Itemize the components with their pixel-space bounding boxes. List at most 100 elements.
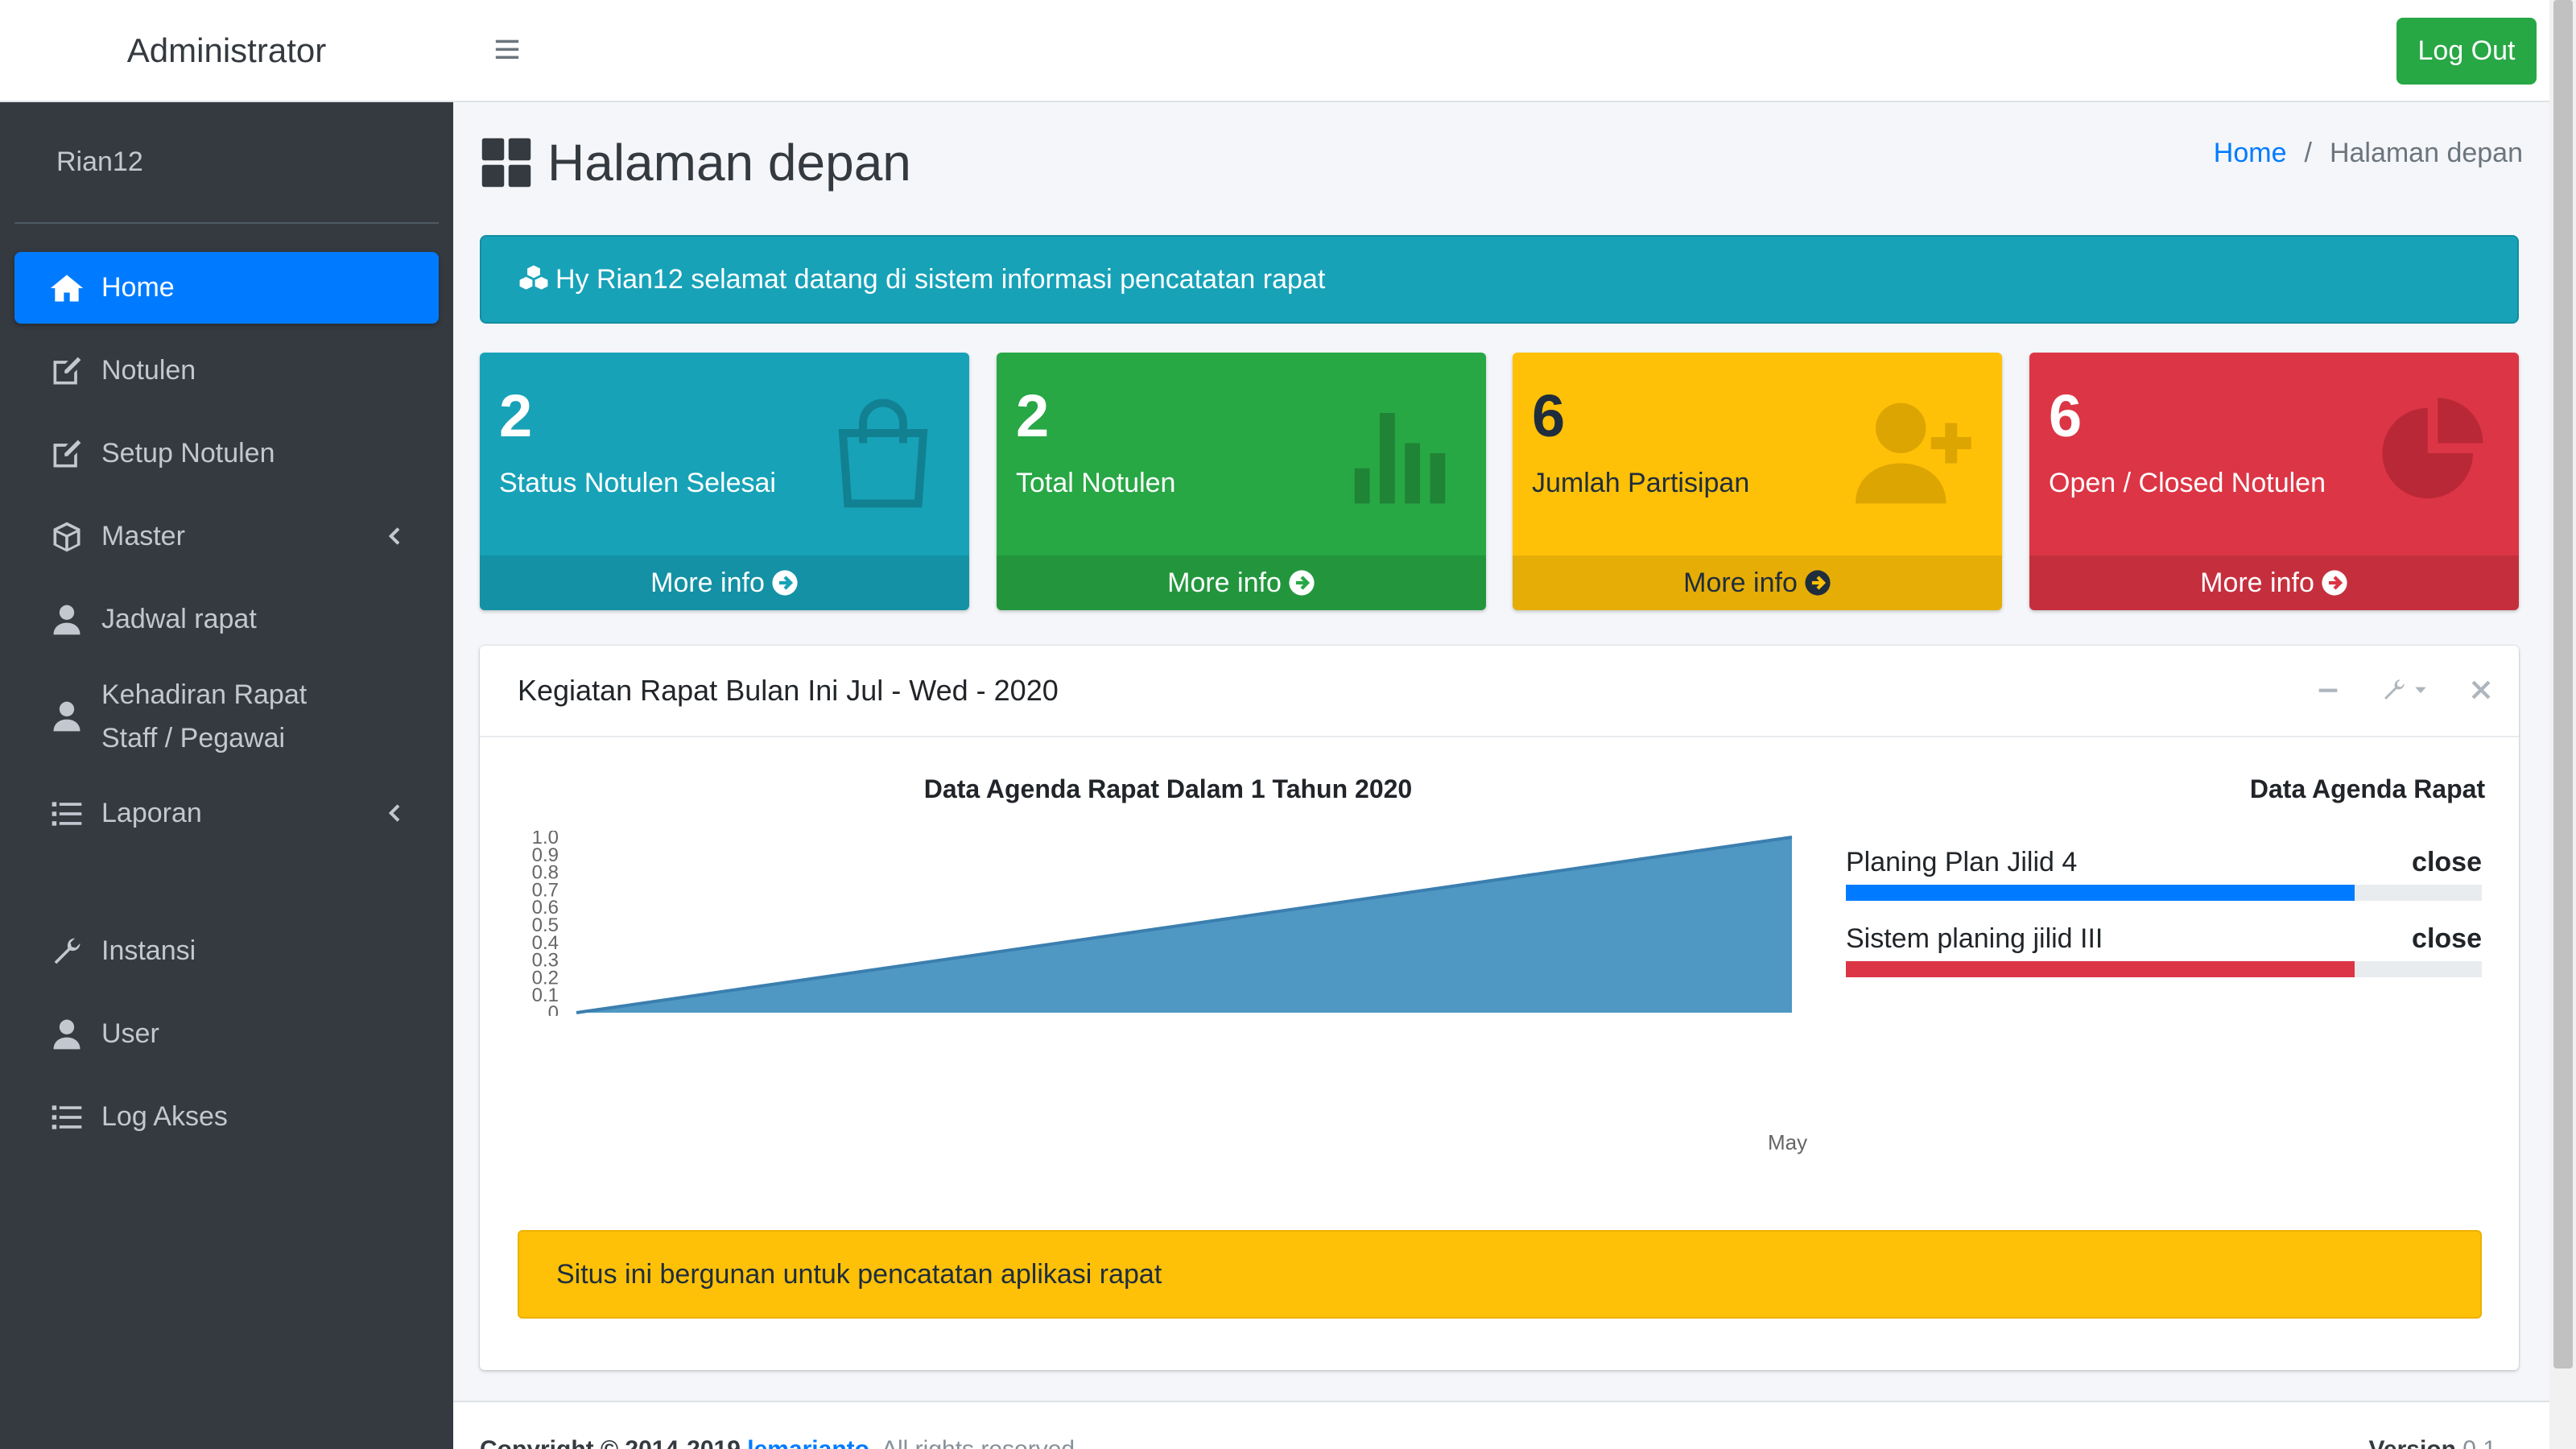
caret-down-icon [2415, 687, 2426, 694]
wrench-icon [2384, 679, 2405, 700]
sidebar: Administrator Rian12 Home Notulen Setup … [0, 0, 453, 1449]
sidebar-nav: Home Notulen Setup Notulen Master Jadwal… [0, 252, 453, 1153]
more-info-link[interactable]: More info [1513, 555, 2002, 610]
card-header: Kegiatan Rapat Bulan Ini Jul - Wed - 202… [480, 646, 2519, 737]
cubes-icon [519, 265, 548, 290]
progress-status: close [2412, 847, 2482, 877]
stat-label: Jumlah Partisipan [1532, 468, 1750, 498]
user-name[interactable]: Rian12 [56, 147, 143, 178]
minus-icon[interactable] [2314, 676, 2342, 704]
welcome-alert: Hy Rian12 selamat datang di sistem infor… [480, 235, 2519, 324]
more-info-link[interactable]: More info [480, 555, 969, 610]
stat-box-jumlah-partisipan: 6 Jumlah Partisipan More info [1513, 353, 2002, 610]
progress-label: Planing Plan Jilid 4 [1846, 847, 2078, 877]
stat-label: Status Notulen Selesai [499, 468, 776, 498]
scrollbar[interactable] [2549, 0, 2576, 1449]
list-icon [48, 795, 85, 832]
dashboard-grid-icon [481, 138, 531, 188]
sidebar-item-label: Home [101, 272, 175, 303]
pie-chart-icon [2382, 398, 2483, 499]
footer-copyright: Copyright © 2014-2019 lemarianto. All ri… [480, 1436, 1081, 1449]
user-icon [48, 698, 85, 735]
sidebar-item-log-akses[interactable]: Log Akses [14, 1081, 439, 1153]
notice-text: Situs ini bergunan untuk pencatatan apli… [556, 1258, 1162, 1290]
progress-bar [1846, 961, 2482, 977]
sidebar-item-label: Kehadiran Rapat Staff / Pegawai [101, 673, 307, 760]
page-footer: Copyright © 2014-2019 lemarianto. All ri… [453, 1401, 2549, 1449]
progress-bar [1846, 885, 2482, 901]
stat-value: 2 [499, 382, 533, 449]
progress-fill [1846, 961, 2355, 977]
activity-card: Kegiatan Rapat Bulan Ini Jul - Wed - 202… [480, 646, 2519, 1370]
stat-label: Open / Closed Notulen [2049, 468, 2326, 498]
more-info-link[interactable]: More info [2029, 555, 2519, 610]
progress-status: close [2412, 923, 2482, 954]
welcome-text: Hy Rian12 selamat datang di sistem infor… [555, 263, 1326, 295]
shopping-bag-icon [838, 398, 928, 508]
page-title-text: Halaman depan [547, 134, 911, 192]
sidebar-item-master[interactable]: Master [14, 501, 439, 572]
more-info-label: More info [2200, 567, 2314, 598]
more-info-label: More info [1683, 567, 1798, 598]
chevron-left-icon [388, 527, 400, 545]
sidebar-item-label: User [101, 1018, 159, 1049]
sidebar-item-setup-notulen[interactable]: Setup Notulen [14, 418, 439, 489]
brand-title[interactable]: Administrator [0, 0, 453, 102]
sidebar-item-label: Instansi [101, 935, 196, 966]
close-icon[interactable] [2467, 676, 2495, 704]
x-tick-label: May [1768, 1130, 1808, 1154]
stat-box-status-notulen: 2 Status Notulen Selesai More info [480, 353, 969, 610]
more-info-label: More info [1167, 567, 1282, 598]
sidebar-item-home[interactable]: Home [14, 252, 439, 324]
edit-icon [48, 353, 85, 390]
list-icon [48, 1099, 85, 1136]
progress-row: Planing Plan Jilid 4 close [1846, 847, 2482, 878]
breadcrumb-current: Halaman depan [2329, 138, 2523, 168]
stat-label: Total Notulen [1016, 468, 1176, 498]
agenda-title: Data Agenda Rapat [2249, 774, 2486, 803]
more-info-link[interactable]: More info [997, 555, 1486, 610]
notice-alert: Situs ini bergunan untuk pencatatan apli… [518, 1230, 2482, 1319]
cube-icon [48, 518, 85, 555]
sidebar-item-user[interactable]: User [14, 998, 439, 1070]
sidebar-item-jadwal-rapat[interactable]: Jadwal rapat [14, 584, 439, 655]
user-plus-icon [1856, 402, 1971, 504]
scrollbar-thumb[interactable] [2553, 0, 2573, 1368]
user-panel[interactable]: Rian12 [14, 102, 439, 224]
sidebar-item-instansi[interactable]: Instansi [14, 915, 439, 987]
stat-value: 2 [1016, 382, 1050, 449]
wrench-icon [48, 933, 85, 970]
hamburger-menu-icon[interactable] [493, 35, 521, 63]
stat-value: 6 [2049, 382, 2083, 449]
sidebar-item-laporan[interactable]: Laporan [14, 778, 439, 849]
sidebar-item-notulen[interactable]: Notulen [14, 335, 439, 407]
agenda-progress-item: Planing Plan Jilid 4 close [1846, 847, 2482, 901]
tools-dropdown[interactable] [2380, 676, 2429, 704]
version-label: Version [2369, 1436, 2456, 1449]
arrow-circle-right-icon [1805, 570, 1831, 596]
arrow-circle-right-icon [772, 570, 798, 596]
more-info-label: More info [650, 567, 765, 598]
edit-icon [48, 436, 85, 473]
sidebar-item-label: Jadwal rapat [101, 604, 257, 634]
stat-box-open-closed-notulen: 6 Open / Closed Notulen More info [2029, 353, 2519, 610]
user-icon [48, 1016, 85, 1053]
sidebar-item-label: Log Akses [101, 1101, 228, 1132]
logout-button[interactable]: Log Out [2396, 18, 2537, 85]
bar-chart-icon [1354, 413, 1446, 504]
stat-box-total-notulen: 2 Total Notulen More info [997, 353, 1486, 610]
breadcrumb-home-link[interactable]: Home [2214, 138, 2287, 169]
chevron-left-icon [388, 804, 400, 822]
arrow-circle-right-icon [2322, 570, 2347, 596]
author-link[interactable]: lemarianto. [747, 1436, 876, 1449]
stat-value: 6 [1532, 382, 1566, 449]
sidebar-item-kehadiran[interactable]: Kehadiran Rapat Staff / Pegawai [14, 667, 439, 766]
sidebar-item-label: Master [101, 521, 185, 551]
rights-text: All rights reserved. [881, 1436, 1081, 1449]
sidebar-item-label: Laporan [101, 798, 202, 828]
sidebar-item-label: Setup Notulen [101, 438, 275, 469]
progress-fill [1846, 885, 2355, 901]
topbar: Log Out [453, 0, 2549, 102]
chart-title: Data Agenda Rapat Dalam 1 Tahun 2020 [923, 774, 1413, 803]
